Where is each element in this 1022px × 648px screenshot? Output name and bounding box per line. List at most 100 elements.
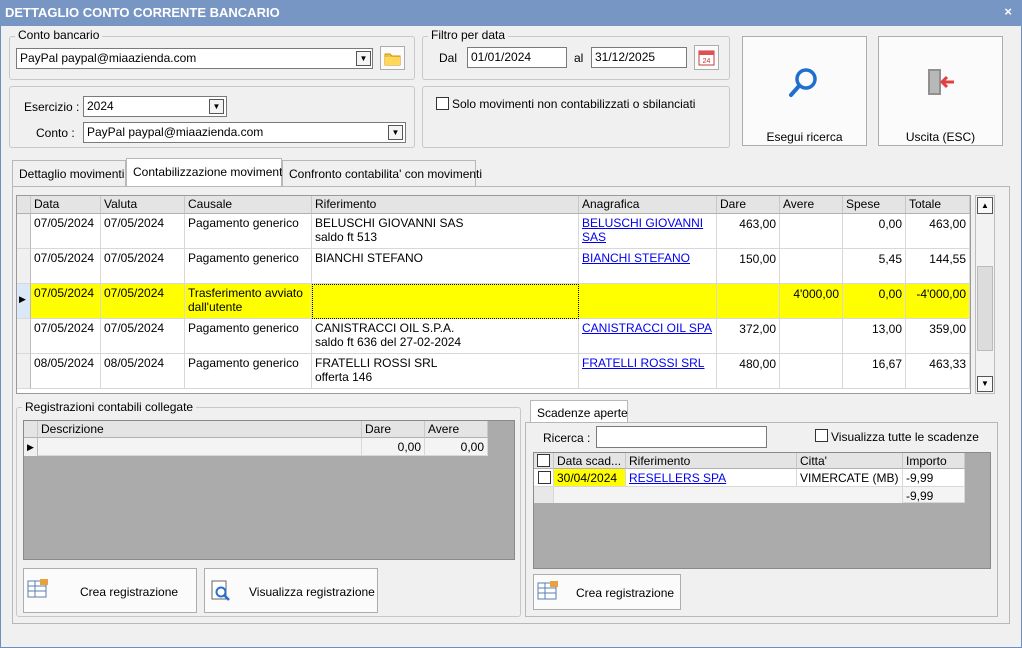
col-data[interactable]: Data [31,196,101,214]
mov-cell-valuta[interactable]: 07/05/2024 [101,284,185,319]
reg-col-avere[interactable]: Avere [425,421,488,438]
reg-cell-descrizione[interactable] [38,438,362,456]
crea-registrazione-button[interactable]: Crea registrazione [23,568,197,613]
tab-scadenze-aperte[interactable]: Scadenze aperte [530,400,628,424]
conto-select[interactable]: PayPal paypal@miaazienda.com [83,122,406,143]
esegui-ricerca-button[interactable]: Esegui ricerca [742,36,867,146]
mov-cell-spese[interactable]: 0,00 [843,284,906,319]
scroll-up-icon[interactable]: ▲ [977,197,993,214]
mov-cell-data[interactable]: 07/05/2024 [31,214,101,249]
reg-cell-dare[interactable]: 0,00 [362,438,425,456]
mov-cell-dare[interactable] [717,284,780,319]
scad-col-riferimento[interactable]: Riferimento [626,453,797,469]
mov-cell-anagrafica[interactable]: CANISTRACCI OIL SPA [579,319,717,354]
mov-cell-causale[interactable]: Pagamento generico [185,214,312,249]
solo-movimenti-checkbox[interactable] [436,97,449,110]
mov-cell-causale[interactable]: Pagamento generico [185,319,312,354]
row-pointer-icon[interactable]: ▶ [17,284,31,319]
mov-cell-valuta[interactable]: 08/05/2024 [101,354,185,389]
movements-scrollbar[interactable]: ▲ ▼ [975,195,995,394]
scad-col-importo[interactable]: Importo [903,453,965,469]
mov-cell-anagrafica[interactable] [579,284,717,319]
mov-cell-avere[interactable]: 4'000,00 [780,284,843,319]
close-icon[interactable]: × [1004,0,1012,24]
col-anagrafica[interactable]: Anagrafica [579,196,717,214]
col-riferimento[interactable]: Riferimento [312,196,579,214]
al-date-input[interactable]: 31/12/2025 [591,47,687,68]
mov-cell-valuta[interactable]: 07/05/2024 [101,319,185,354]
mov-cell-causale[interactable]: Pagamento generico [185,249,312,284]
scroll-thumb[interactable] [977,266,993,351]
col-valuta[interactable]: Valuta [101,196,185,214]
mov-cell-avere[interactable] [780,319,843,354]
mov-cell-data[interactable]: 08/05/2024 [31,354,101,389]
mov-cell-causale[interactable]: Pagamento generico [185,354,312,389]
scad-cell-riferimento[interactable]: RESELLERS SPA [626,469,797,487]
scad-row-checkbox[interactable] [538,471,551,484]
col-dare[interactable]: Dare [717,196,780,214]
mov-cell-spese[interactable]: 0,00 [843,214,906,249]
mov-cell-avere[interactable] [780,214,843,249]
mov-cell-anagrafica[interactable]: BELUSCHI GIOVANNI SAS [579,214,717,249]
scroll-down-icon[interactable]: ▼ [977,376,993,392]
mov-cell-totale[interactable]: 144,55 [906,249,970,284]
mov-cell-anagrafica[interactable]: FRATELLI ROSSI SRL [579,354,717,389]
mov-cell-rif[interactable]: CANISTRACCI OIL S.P.A. saldo ft 636 del 2… [312,319,579,354]
mov-cell-spese[interactable]: 13,00 [843,319,906,354]
row-header[interactable] [17,354,31,389]
mov-cell-dare[interactable]: 463,00 [717,214,780,249]
mov-cell-totale[interactable]: 463,00 [906,214,970,249]
conto-bancario-select[interactable]: PayPal paypal@miaazienda.com [16,48,373,69]
ricerca-input[interactable] [596,426,767,448]
reg-cell-avere[interactable]: 0,00 [425,438,488,456]
mov-cell-totale[interactable]: -4'000,00 [906,284,970,319]
mov-cell-avere[interactable] [780,354,843,389]
mov-cell-anagrafica[interactable]: BIANCHI STEFANO [579,249,717,284]
scad-crea-registrazione-button[interactable]: Crea registrazione [533,574,681,610]
uscita-button[interactable]: Uscita (ESC) [878,36,1003,146]
scad-col-data[interactable]: Data scad... [554,453,626,469]
reg-col-descrizione[interactable]: Descrizione [38,421,362,438]
chevron-down-icon[interactable]: ▼ [356,51,371,66]
mov-cell-dare[interactable]: 372,00 [717,319,780,354]
visualizza-tutte-checkbox[interactable] [815,429,828,442]
mov-cell-totale[interactable]: 463,33 [906,354,970,389]
col-spese[interactable]: Spese [843,196,906,214]
tab-confronto-contabilita[interactable]: Confronto contabilita' con movimenti [282,160,482,186]
folder-button[interactable] [380,46,405,70]
row-header[interactable] [17,319,31,354]
scad-cell-importo[interactable]: -9,99 [903,469,965,487]
mov-cell-data[interactable]: 07/05/2024 [31,284,101,319]
row-header[interactable] [17,214,31,249]
esercizio-select[interactable]: 2024 [83,96,227,117]
mov-cell-rif[interactable]: FRATELLI ROSSI SRL offerta 146 [312,354,579,389]
mov-cell-spese[interactable]: 16,67 [843,354,906,389]
mov-cell-data[interactable]: 07/05/2024 [31,249,101,284]
col-avere[interactable]: Avere [780,196,843,214]
scad-cell-citta[interactable]: VIMERCATE (MB) [797,469,903,487]
mov-cell-valuta[interactable]: 07/05/2024 [101,214,185,249]
mov-cell-causale[interactable]: Trasferimento avviato dall'utente [185,284,312,319]
row-header[interactable] [17,249,31,284]
mov-cell-rif[interactable]: BELUSCHI GIOVANNI SAS saldo ft 513 [312,214,579,249]
mov-cell-spese[interactable]: 5,45 [843,249,906,284]
mov-cell-rif[interactable] [312,284,579,319]
scad-col-citta[interactable]: Citta' [797,453,903,469]
esercizio-chevron-down-icon[interactable]: ▼ [209,99,224,114]
dal-date-input[interactable]: 01/01/2024 [467,47,567,68]
reg-col-dare[interactable]: Dare [362,421,425,438]
calendar-button[interactable]: 24 [694,45,719,70]
mov-cell-dare[interactable]: 480,00 [717,354,780,389]
mov-cell-totale[interactable]: 359,00 [906,319,970,354]
mov-cell-rif[interactable]: BIANCHI STEFANO [312,249,579,284]
mov-cell-avere[interactable] [780,249,843,284]
scad-cell-data[interactable]: 30/04/2024 [554,469,626,487]
conto-chevron-down-icon[interactable]: ▼ [388,125,403,140]
tab-dettaglio-movimenti[interactable]: Dettaglio movimenti [12,160,126,186]
visualizza-registrazione-button[interactable]: Visualizza registrazione [204,568,378,613]
col-totale[interactable]: Totale [906,196,970,214]
scad-select-all-checkbox[interactable] [537,454,550,467]
col-causale[interactable]: Causale [185,196,312,214]
mov-cell-data[interactable]: 07/05/2024 [31,319,101,354]
mov-cell-dare[interactable]: 150,00 [717,249,780,284]
